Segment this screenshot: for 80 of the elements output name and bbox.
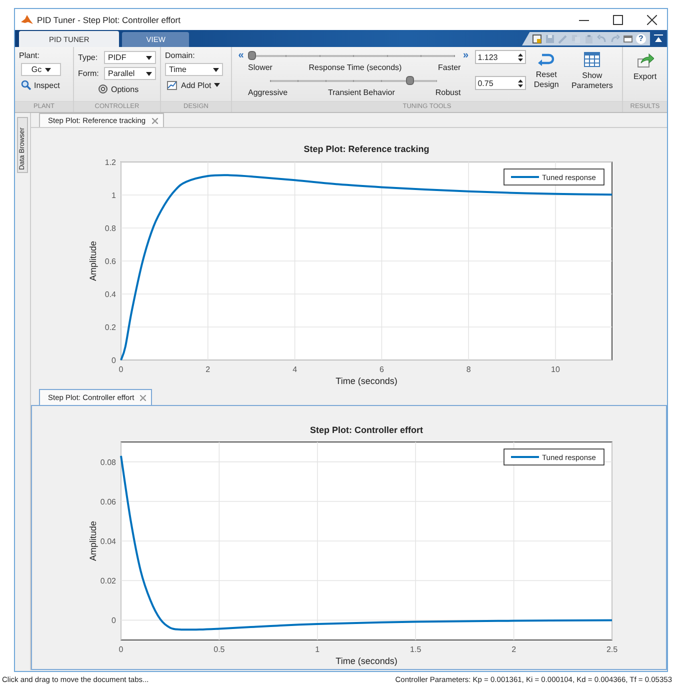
slider-label: Slower	[248, 63, 272, 72]
caret-icon	[44, 68, 51, 72]
caret-icon	[214, 83, 220, 87]
chart-title: Step Plot: Reference tracking	[304, 144, 430, 154]
domain-dropdown[interactable]: Time	[165, 63, 223, 76]
tick-label: 2	[512, 645, 516, 654]
magnifier-icon	[21, 80, 31, 90]
tick-label: 6	[379, 365, 384, 374]
plant-dropdown[interactable]: Gc	[21, 63, 61, 76]
add-plot-button[interactable]: Add Plot	[165, 79, 222, 91]
axis-label: Amplitude	[88, 520, 98, 562]
tick-label: 2	[206, 365, 210, 374]
axis-label: Time (seconds)	[336, 376, 398, 386]
inspect-button[interactable]: Inspect	[19, 79, 62, 91]
tick-label: 0.2	[104, 323, 116, 332]
help-icon[interactable]: ?	[636, 34, 646, 44]
close-icon[interactable]	[647, 14, 657, 24]
slider-label: Aggressive	[248, 88, 288, 97]
tick-label: 1	[112, 191, 116, 200]
tick-label: 0.02	[100, 576, 116, 586]
tick-label: 0.4	[104, 290, 116, 299]
tick-label: 1.5	[410, 645, 422, 654]
tick-label: 0	[112, 356, 116, 365]
maximize-icon[interactable]	[613, 14, 623, 24]
export-arrow-icon	[636, 53, 654, 68]
peak-icon	[21, 14, 33, 25]
tick-label: 0.8	[104, 224, 116, 233]
tick-label: 1.2	[104, 158, 116, 167]
caret-icon	[146, 72, 152, 76]
tick-label: 0.04	[100, 537, 116, 546]
axis-label: Time (seconds)	[336, 656, 398, 666]
slider-thumb[interactable]	[406, 76, 414, 85]
form-dropdown[interactable]: Parallel	[104, 67, 156, 80]
collapse-icon[interactable]	[654, 34, 663, 43]
caret-icon	[146, 56, 152, 60]
reset-design-button[interactable]: Reset Design	[530, 50, 562, 92]
window-icon[interactable]	[623, 34, 633, 44]
table-icon	[584, 52, 600, 67]
show-parameters-button[interactable]: Show Parameters	[566, 50, 618, 93]
faster-button[interactable]: »	[460, 50, 471, 62]
spinner-value: 1.123	[478, 52, 498, 62]
spinner-value: 0.75	[478, 78, 494, 88]
form-label: Form:	[78, 69, 100, 78]
type-label: Type:	[78, 53, 99, 62]
chart-title: Step Plot: Controller effort	[310, 425, 423, 435]
tick-label: 0.08	[100, 458, 116, 467]
tick-label: 0.6	[104, 257, 116, 266]
tick-label: 1	[315, 645, 320, 654]
spinner-field[interactable]: 0.75	[474, 76, 526, 90]
tick-label: 4	[292, 365, 298, 374]
clipboard-icon[interactable]	[584, 34, 594, 44]
spin-arrows-icon[interactable]	[518, 52, 524, 62]
tick-label: 0	[118, 645, 124, 654]
slider-label: Transient Behavior	[328, 88, 395, 97]
type-dropdown[interactable]: PIDF	[104, 51, 156, 64]
tick-label: 2.5	[606, 645, 618, 654]
slider-label: Robust	[435, 88, 461, 97]
caret-icon	[213, 68, 219, 72]
slider-label: Response Time (seconds)	[308, 63, 402, 72]
tick-label: 8	[466, 365, 471, 374]
window-title: PID Tuner - Step Plot: Controller effort	[37, 14, 180, 24]
chart-icon	[167, 80, 178, 90]
plant-label: Plant:	[19, 51, 40, 60]
tick-label: 0.5	[214, 645, 225, 654]
domain-label: Domain:	[165, 51, 195, 60]
spinner-field[interactable]: 1.123	[474, 50, 526, 64]
slider-label: Faster	[438, 63, 461, 72]
tick-label: 10	[551, 365, 560, 374]
tick-label: 0	[112, 616, 116, 626]
axis-label: Amplitude	[88, 240, 98, 282]
tick-label: 0.06	[100, 497, 116, 506]
curved-arrow-icon	[538, 52, 554, 66]
gear-icon	[98, 84, 108, 94]
spin-arrows-icon[interactable]	[518, 78, 524, 88]
document-icon[interactable]	[532, 34, 542, 44]
slower-button[interactable]: «	[236, 50, 246, 62]
options-button[interactable]: Options	[96, 83, 141, 95]
tick-label: 0	[118, 365, 124, 374]
slider-thumb[interactable]	[248, 51, 256, 60]
export-button[interactable]: Export	[632, 51, 658, 101]
